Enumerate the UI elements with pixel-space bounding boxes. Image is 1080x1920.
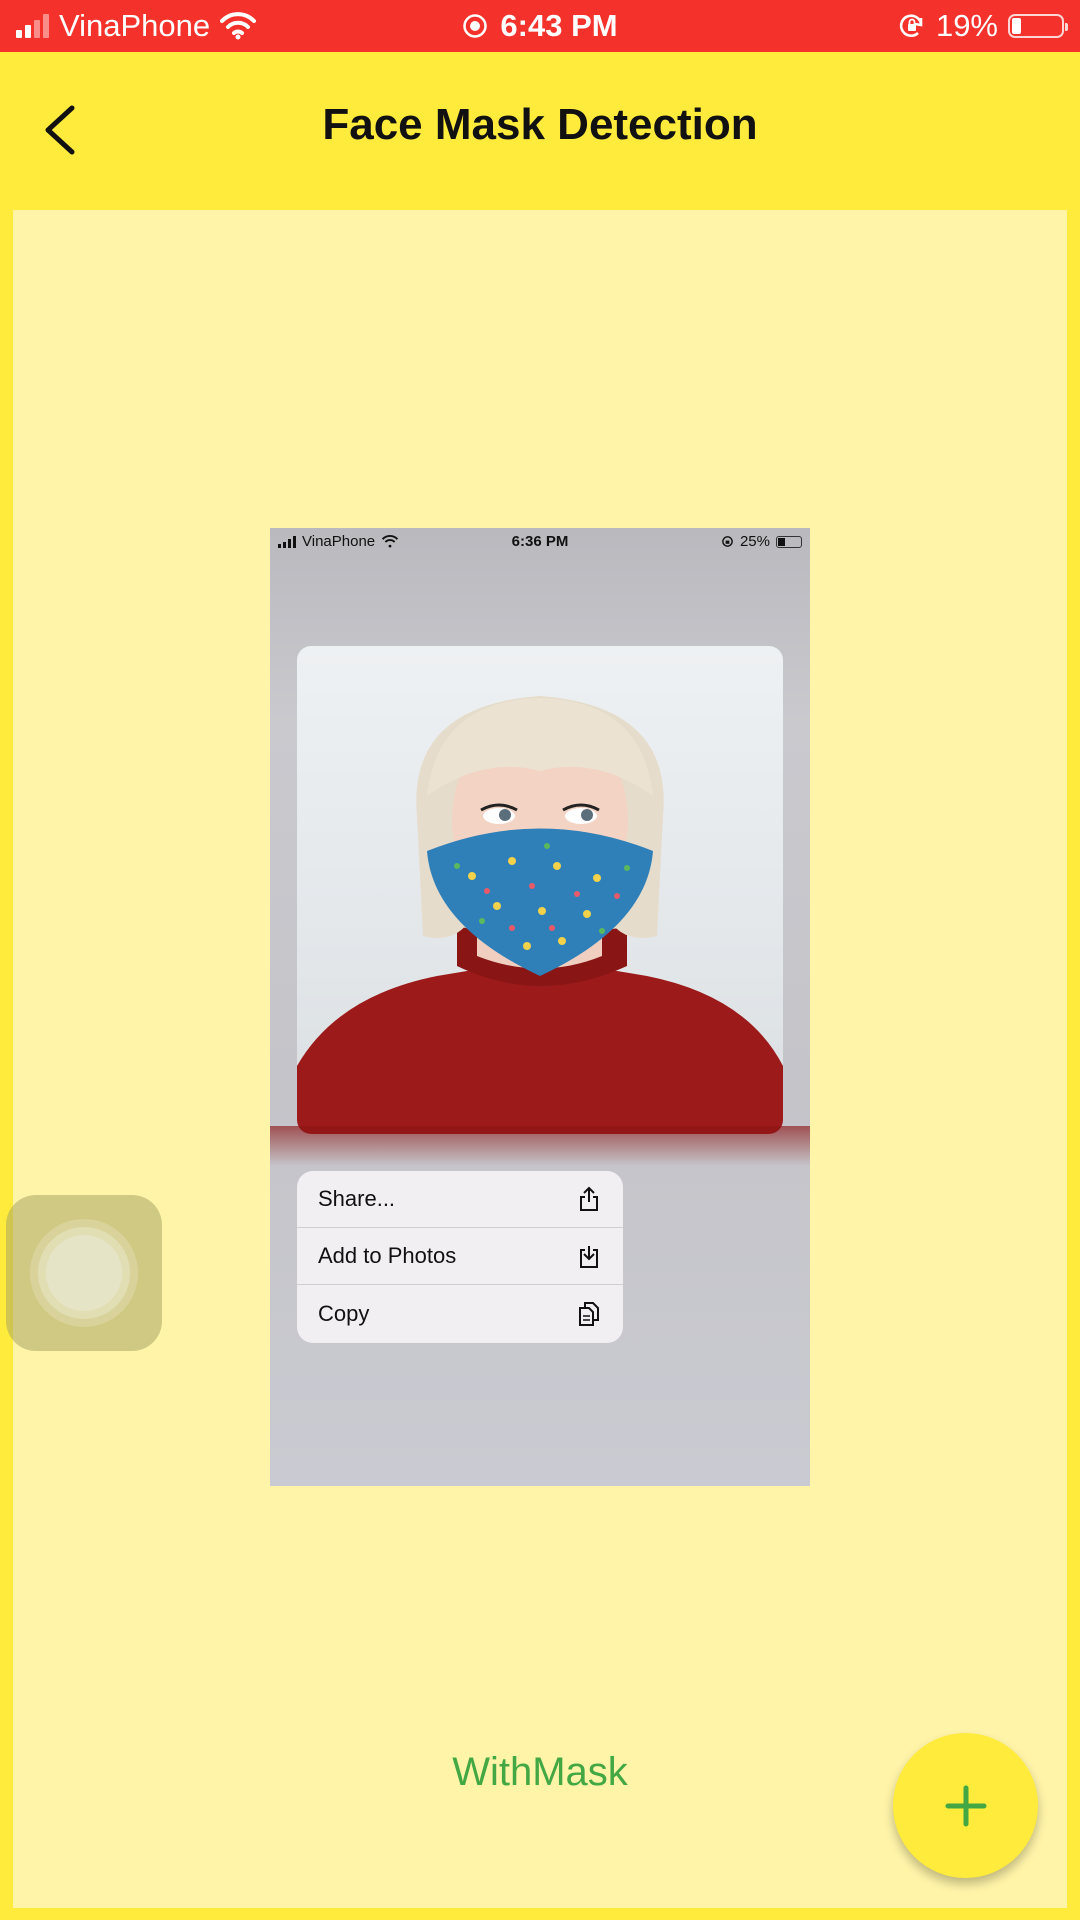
screen-recording-icon <box>463 14 488 38</box>
add-image-button[interactable] <box>893 1733 1038 1878</box>
menu-item-add-to-photos[interactable]: Add to Photos <box>297 1228 623 1285</box>
status-time: 6:43 PM <box>500 8 618 43</box>
battery-icon <box>1008 14 1068 38</box>
assistive-touch-button[interactable] <box>6 1195 162 1351</box>
share-icon <box>580 1186 598 1211</box>
menu-item-label: Share... <box>318 1186 396 1211</box>
menu-item-copy[interactable]: Copy <box>297 1285 623 1342</box>
menu-item-label: Copy <box>318 1300 370 1326</box>
plus-icon <box>945 1785 986 1826</box>
app-bar: Face Mask Detection <box>0 52 1080 210</box>
orientation-lock-icon <box>899 14 923 38</box>
masked-person-photo <box>297 646 783 1134</box>
status-right: 19% <box>898 8 1068 44</box>
selected-image-preview[interactable]: VinaPhone 6:36 PM 25% Share... Add to Ph… <box>270 528 810 1486</box>
preview-status-bar: VinaPhone 6:36 PM 25% <box>270 528 810 556</box>
context-menu: Share... Add to Photos Copy <box>297 1171 623 1343</box>
battery-icon <box>776 535 802 548</box>
person-illustration <box>297 696 783 1134</box>
save-to-photos-icon <box>580 1246 598 1268</box>
orientation-lock-icon <box>722 536 733 547</box>
status-bar: VinaPhone 6:43 PM 19% <box>0 0 1080 52</box>
preview-battery-percent: 25% <box>739 533 770 550</box>
menu-item-share[interactable]: Share... <box>297 1171 623 1228</box>
battery-percent: 19% <box>935 8 998 43</box>
copy-icon <box>579 1301 599 1326</box>
page-title: Face Mask Detection <box>322 100 758 149</box>
content-area: VinaPhone 6:36 PM 25% Share... Add to Ph… <box>13 210 1067 1908</box>
menu-item-label: Add to Photos <box>318 1243 457 1268</box>
